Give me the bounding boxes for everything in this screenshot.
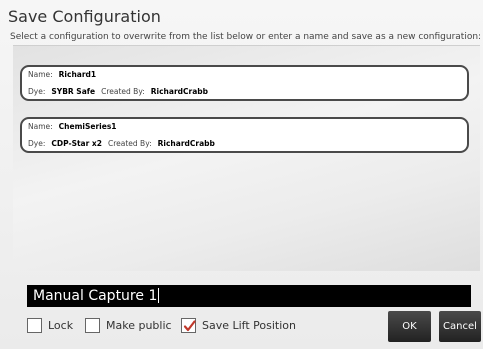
configuration-item[interactable]: Name: ChemiSeries1 Dye: CDP-Star x2 Created…	[20, 117, 469, 153]
configuration-item[interactable]: Name: Richard1 Dye: SYBR Safe Created By: Ri…	[20, 65, 469, 101]
created-by-label: Created By:	[107, 139, 152, 148]
dialog-title: Save Configuration	[8, 7, 161, 26]
config-dye: CDP-Star x2	[51, 139, 102, 148]
config-dye: SYBR Safe	[51, 87, 96, 96]
configuration-name-value: Manual Capture 1	[33, 288, 158, 304]
save-lift-position-label: Save Lift Position	[202, 319, 296, 332]
configuration-list[interactable]: Name: Richard1 Dye: SYBR Safe Created By: Ri…	[13, 45, 480, 271]
config-name-row: Name: ChemiSeries1	[28, 122, 117, 131]
config-name: ChemiSeries1	[58, 122, 117, 131]
save-configuration-dialog: Save Configuration Select a configuratio…	[0, 0, 483, 349]
created-by-label: Created By:	[101, 87, 145, 96]
lock-label: Lock	[48, 319, 74, 332]
config-details-row: Dye: CDP-Star x2 Created By: RichardCrabb	[28, 139, 215, 148]
name-label: Name:	[28, 122, 53, 131]
lock-checkbox-box[interactable]	[27, 318, 42, 333]
ok-button[interactable]: OK	[388, 311, 431, 342]
cancel-button[interactable]: Cancel	[439, 311, 481, 342]
configuration-name-input[interactable]: Manual Capture 1	[27, 285, 471, 307]
make-public-checkbox-box[interactable]	[85, 318, 100, 333]
make-public-label: Make public	[106, 319, 172, 332]
name-label: Name:	[28, 70, 53, 79]
text-caret	[158, 288, 160, 303]
save-lift-position-checkbox-box[interactable]	[181, 318, 196, 333]
config-name-row: Name: Richard1	[28, 70, 96, 79]
config-created-by: RichardCrabb	[150, 87, 209, 96]
config-name: Richard1	[58, 70, 97, 79]
config-details-row: Dye: SYBR Safe Created By: RichardCrabb	[28, 87, 208, 96]
checkmark-icon	[183, 320, 196, 332]
config-created-by: RichardCrabb	[157, 139, 215, 148]
dialog-instructions: Select a configuration to overwrite from…	[10, 32, 482, 42]
dye-label: Dye:	[28, 139, 46, 148]
dye-label: Dye:	[28, 87, 46, 96]
